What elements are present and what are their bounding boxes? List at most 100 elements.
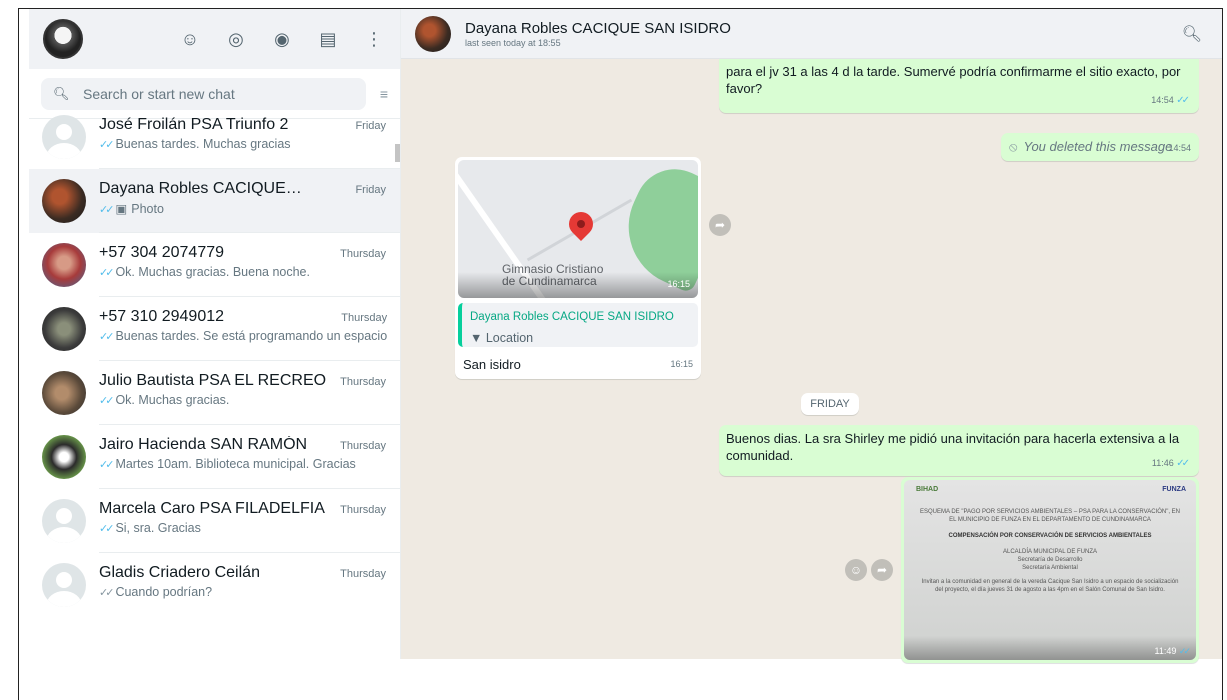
forward-icon[interactable]: ➦ bbox=[709, 214, 731, 236]
avatar bbox=[42, 499, 86, 543]
chat-list-item[interactable]: Julio Bautista PSA EL RECREO Thursday ✓✓… bbox=[29, 361, 400, 425]
outgoing-message[interactable]: para el jv 31 a las 4 d la tarde. Sumerv… bbox=[719, 59, 1199, 113]
double-check-icon: ✓✓ bbox=[1176, 458, 1190, 469]
avatar bbox=[42, 435, 86, 479]
image-shade bbox=[904, 636, 1196, 660]
chat-time: Thursday bbox=[341, 312, 388, 324]
avatar bbox=[42, 179, 86, 223]
chat-list-item[interactable]: José Froilán PSA Triunfo 2 Friday ✓✓ Buen… bbox=[29, 105, 400, 169]
chat-name: +57 304 2074779 bbox=[99, 244, 225, 261]
contact-name: Dayana Robles CACIQUE SAN ISIDRO bbox=[465, 19, 731, 37]
avatar bbox=[42, 563, 86, 607]
chat-name: José Froilán PSA Triunfo 2 bbox=[99, 116, 289, 133]
location-pin-icon: ▼ bbox=[470, 331, 483, 345]
my-avatar[interactable] bbox=[43, 19, 83, 59]
conversation-header: Dayana Robles CACIQUE SAN ISIDRO last se… bbox=[401, 9, 1222, 59]
status-icon[interactable]: ◎ bbox=[224, 29, 248, 50]
doc-body: Invitan a la comunidad en general de la … bbox=[921, 579, 1179, 593]
chat-list-item[interactable]: +57 310 2949012 Thursday ✓✓ Buenas tardes… bbox=[29, 297, 400, 361]
deleted-message[interactable]: ⦸ You deleted this message 14:54 bbox=[1001, 133, 1199, 161]
double-check-icon: ✓✓ bbox=[99, 523, 115, 535]
communities-icon[interactable]: ☺ bbox=[178, 29, 202, 50]
message-text: You deleted this message bbox=[1023, 139, 1173, 154]
chat-last-message: Cuando podrían? bbox=[115, 585, 213, 599]
chat-last-message: Buenas tardes. Muchas gracias bbox=[115, 137, 291, 151]
day-divider: FRIDAY bbox=[801, 393, 859, 415]
chat-name: +57 310 2949012 bbox=[99, 308, 225, 325]
chat-last-message: Martes 10am. Biblioteca municipal. Graci… bbox=[115, 457, 356, 471]
ban-icon: ⦸ bbox=[1009, 139, 1018, 154]
chat-time: Friday bbox=[355, 184, 386, 196]
chat-time: Thursday bbox=[340, 376, 386, 388]
search-input[interactable] bbox=[83, 85, 343, 102]
logo-right: FUNZA bbox=[1162, 486, 1186, 493]
map-preview[interactable]: Gimnasio Cristiano de Cundinamarca 16:15 bbox=[458, 160, 698, 298]
double-check-icon: ✓✓ bbox=[1178, 646, 1191, 656]
logo-left: BIHAD bbox=[916, 486, 939, 493]
location-info[interactable]: Dayana Robles CACIQUE SAN ISIDRO ▼ Locat… bbox=[458, 303, 698, 347]
conversation-pane: Dayana Robles CACIQUE SAN ISIDRO last se… bbox=[401, 9, 1222, 663]
double-check-icon: ✓✓ bbox=[99, 395, 115, 407]
doc-title: ESQUEMA DE "PAGO POR SERVICIOS AMBIENTAL… bbox=[920, 509, 1181, 523]
location-message[interactable]: Gimnasio Cristiano de Cundinamarca 16:15… bbox=[455, 157, 701, 379]
contact-info[interactable]: Dayana Robles CACIQUE SAN ISIDRO last se… bbox=[465, 20, 731, 48]
search-icon[interactable]: 🔍︎ bbox=[53, 86, 83, 102]
chat-last-message: Ok. Muchas gracias. Buena noche. bbox=[115, 265, 310, 279]
doc-org: Secretaría de Desarrollo bbox=[1017, 557, 1083, 563]
chat-list-item[interactable]: Jairo Hacienda SAN RAMÓN Thursday ✓✓ Mart… bbox=[29, 425, 400, 489]
channels-icon[interactable]: ◉ bbox=[270, 29, 294, 50]
chat-list-item[interactable]: Marcela Caro PSA FILADELFIA Thursday ✓✓ S… bbox=[29, 489, 400, 553]
double-check-icon: ✓✓ bbox=[99, 331, 115, 343]
header-icons: ☺ ◎ ◉ ▤ ⋮ bbox=[178, 29, 386, 50]
filter-icon[interactable]: ≡ bbox=[380, 86, 388, 102]
double-check-icon: ✓✓ bbox=[99, 267, 115, 279]
avatar bbox=[42, 243, 86, 287]
chat-list-item[interactable]: +57 304 2074779 Thursday ✓✓ Ok. Muchas gr… bbox=[29, 233, 400, 297]
double-check-icon: ✓✓ bbox=[1176, 95, 1190, 106]
message-time: 11:49 ✓✓ bbox=[1154, 646, 1192, 656]
message-text: para el jv 31 a las 4 d la tarde. Sumerv… bbox=[726, 64, 1181, 96]
location-label: Location bbox=[485, 331, 534, 345]
message-time: 16:15 bbox=[667, 279, 690, 289]
doc-org: ALCALDÍA MUNICIPAL DE FUNZA bbox=[1002, 549, 1098, 555]
chat-last-message: Buenas tardes. Se está programando un es… bbox=[115, 329, 388, 343]
chat-last-message: Photo bbox=[131, 202, 164, 216]
chat-list: José Froilán PSA Triunfo 2 Friday ✓✓ Buen… bbox=[29, 105, 400, 612]
whatsapp-window: ☺ ◎ ◉ ▤ ⋮ 🔍︎ ≡ bbox=[29, 9, 1222, 663]
avatar bbox=[42, 371, 86, 415]
image-message[interactable]: BIHAD FUNZA ESQUEMA DE "PAGO POR SERVICI… bbox=[901, 477, 1199, 663]
double-check-icon: ✓✓ bbox=[99, 459, 115, 471]
location-caption: San isidro bbox=[463, 357, 521, 372]
contact-avatar[interactable] bbox=[415, 15, 451, 52]
left-header: ☺ ◎ ◉ ▤ ⋮ bbox=[29, 9, 400, 69]
avatar bbox=[42, 307, 86, 351]
chat-name: Julio Bautista PSA EL RECREO bbox=[99, 372, 327, 389]
chat-time: Thursday bbox=[340, 568, 386, 580]
chat-list-pane: ☺ ◎ ◉ ▤ ⋮ 🔍︎ ≡ bbox=[29, 9, 401, 659]
screenshot-frame: ☺ ◎ ◉ ▤ ⋮ 🔍︎ ≡ bbox=[18, 8, 1223, 700]
forward-icon[interactable]: ➦ bbox=[871, 559, 893, 581]
scrollbar-thumb[interactable] bbox=[395, 144, 400, 162]
chat-time: Thursday bbox=[340, 248, 386, 260]
message-text: Buenos dias. La sra Shirley me pidió una… bbox=[726, 431, 1180, 463]
search-icon[interactable]: 🔍︎ bbox=[1182, 24, 1202, 44]
doc-heading: COMPENSACIÓN POR CONSERVACIÓN DE SERVICI… bbox=[948, 533, 1152, 539]
location-sender: Dayana Robles CACIQUE SAN ISIDRO bbox=[470, 311, 674, 323]
chat-name: Dayana Robles CACIQUE SAN ISIDRO bbox=[99, 180, 304, 197]
chat-name: Jairo Hacienda SAN RAMÓN bbox=[99, 436, 308, 453]
chat-time: Friday bbox=[355, 120, 386, 132]
map-shade bbox=[458, 272, 698, 298]
chat-list-item[interactable]: Gladis Criadero Ceilán Thursday ✓✓ Cuando… bbox=[29, 553, 400, 612]
chat-name: Marcela Caro PSA FILADELFIA bbox=[99, 500, 325, 517]
emoji-reaction-icon[interactable]: ☺ bbox=[845, 559, 867, 581]
chat-time: Thursday bbox=[340, 440, 386, 452]
menu-icon[interactable]: ⋮ bbox=[362, 29, 386, 50]
double-check-icon: ✓✓ bbox=[99, 139, 115, 151]
chat-list-item-active[interactable]: Dayana Robles CACIQUE SAN ISIDRO Friday … bbox=[29, 169, 400, 233]
outgoing-message[interactable]: Buenos dias. La sra Shirley me pidió una… bbox=[719, 425, 1199, 476]
message-time: 14:54 bbox=[1168, 143, 1191, 153]
new-chat-icon[interactable]: ▤ bbox=[316, 29, 340, 50]
invitation-image[interactable]: BIHAD FUNZA ESQUEMA DE "PAGO POR SERVICI… bbox=[904, 480, 1196, 660]
chat-last-message: Ok. Muchas gracias. bbox=[115, 393, 230, 407]
contact-status: last seen today at 18:55 bbox=[465, 37, 561, 48]
